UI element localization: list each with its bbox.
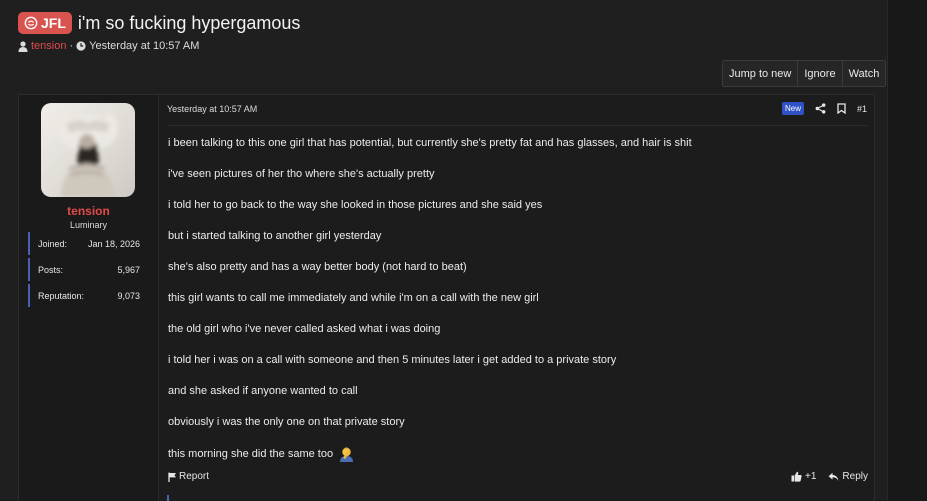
next-block-marker xyxy=(167,495,169,501)
bookmark-icon[interactable] xyxy=(837,103,846,114)
clock-icon xyxy=(76,41,86,51)
share-icon[interactable] xyxy=(815,103,826,114)
meta-separator: · xyxy=(69,40,74,52)
facepalm-emoji-icon xyxy=(340,447,354,462)
thread-time[interactable]: Yesterday at 10:57 AM xyxy=(89,40,199,52)
post-container: tension Luminary Joined: Jan 18, 2026 Po… xyxy=(18,94,875,501)
post-line: this girl wants to call me immediately a… xyxy=(168,292,539,304)
post-line: i've seen pictures of her tho where she'… xyxy=(168,168,435,180)
post-main: Yesterday at 10:57 AM New #1 i been talk… xyxy=(159,95,874,501)
thread-prefix-label: JFL xyxy=(41,15,66,31)
thread-prefix-badge[interactable]: JFL xyxy=(18,12,72,34)
post-header-actions: New #1 xyxy=(781,102,867,115)
reply-icon xyxy=(829,472,839,481)
post-footer-actions: +1 Reply xyxy=(791,471,868,482)
post-line: obviously i was the only one on that pri… xyxy=(168,416,405,428)
new-badge: New xyxy=(781,102,804,115)
thread-meta: tension · Yesterday at 10:57 AM xyxy=(18,40,199,52)
report-label: Report xyxy=(179,471,210,482)
post-header-divider xyxy=(167,125,867,126)
post-date[interactable]: Yesterday at 10:57 AM xyxy=(167,104,257,114)
post-body: i been talking to this one girl that has… xyxy=(168,136,858,477)
stat-value: 5,967 xyxy=(117,264,140,275)
stat-value: 9,073 xyxy=(117,290,140,301)
ignore-button[interactable]: Ignore xyxy=(798,61,843,86)
page-frame: JFL i'm so fucking hypergamous tension ·… xyxy=(0,0,888,501)
thread-title: i'm so fucking hypergamous xyxy=(77,12,301,33)
post-line: i told her to go back to the way she loo… xyxy=(168,199,543,211)
stat-label: Reputation: xyxy=(38,290,85,301)
stat-value: Jan 18, 2026 xyxy=(87,238,140,249)
post-line: i told her i was on a call with someone … xyxy=(168,354,617,366)
thumbs-up-icon xyxy=(791,471,802,482)
user-info-column: tension Luminary Joined: Jan 18, 2026 Po… xyxy=(19,95,159,501)
post-footer: Report +1 Reply xyxy=(168,471,868,487)
reply-button[interactable]: Reply xyxy=(828,471,868,482)
stat-label: Posts: xyxy=(38,264,64,275)
jump-to-new-button[interactable]: Jump to new xyxy=(723,61,799,86)
post-line-text: this morning she did the same too xyxy=(168,447,334,460)
thread-author-link[interactable]: tension xyxy=(31,40,66,52)
flag-icon xyxy=(168,472,176,482)
stat-joined: Joined: Jan 18, 2026 xyxy=(28,232,148,255)
watch-button[interactable]: Watch xyxy=(843,61,886,86)
post-line: she's also pretty and has a way better b… xyxy=(168,261,467,273)
avatar-image xyxy=(58,111,118,197)
post-line: i been talking to this one girl that has… xyxy=(168,137,692,149)
thread-title-row: JFL i'm so fucking hypergamous xyxy=(18,12,300,34)
user-stats: Joined: Jan 18, 2026 Posts: 5,967 Reputa… xyxy=(28,232,148,310)
stat-posts: Posts: 5,967 xyxy=(28,258,148,281)
post-header: Yesterday at 10:57 AM New #1 xyxy=(167,102,867,118)
reaction-button[interactable]: +1 xyxy=(791,471,816,482)
post-username[interactable]: tension xyxy=(19,204,158,218)
post-line: the old girl who i've never called asked… xyxy=(168,323,441,335)
report-link[interactable]: Report xyxy=(168,471,209,482)
user-title: Luminary xyxy=(69,220,107,230)
stat-label: Joined: xyxy=(38,238,68,249)
stat-reputation: Reputation: 9,073 xyxy=(28,284,148,307)
post-line: and she asked if anyone wanted to call xyxy=(168,385,358,397)
user-icon xyxy=(18,40,28,52)
avatar[interactable] xyxy=(41,103,135,197)
reaction-count: +1 xyxy=(805,471,817,482)
thread-action-bar: Jump to new Ignore Watch xyxy=(722,60,887,87)
reply-label: Reply xyxy=(842,471,868,482)
post-number-link[interactable]: #1 xyxy=(857,104,867,114)
post-line: but i started talking to another girl ye… xyxy=(168,230,382,242)
prefix-chat-icon xyxy=(24,16,38,30)
